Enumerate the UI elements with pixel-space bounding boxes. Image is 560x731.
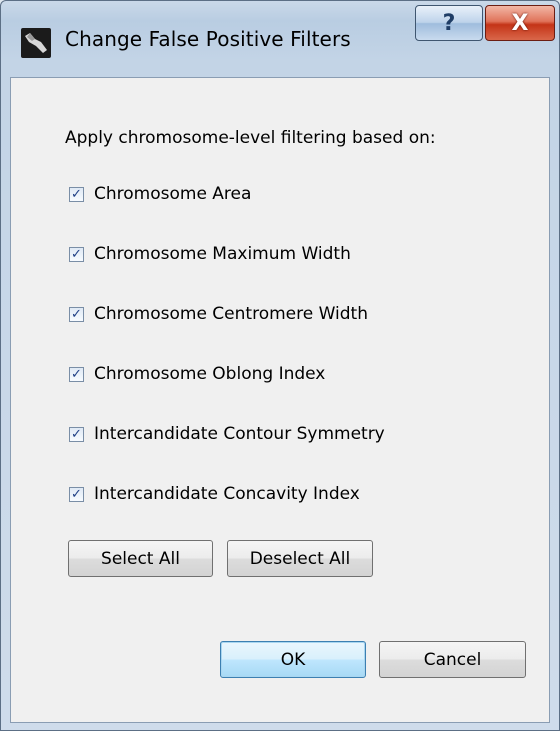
checkbox[interactable]: ✓ [69,186,84,202]
checkbox-chromosome-oblong-index[interactable]: ✓ Chromosome Oblong Index [69,364,325,384]
deselect-all-button[interactable]: Deselect All [227,540,373,577]
checkbox[interactable]: ✓ [69,426,84,442]
checkbox-label: Chromosome Area [94,184,252,204]
checkmark-icon: ✓ [71,426,82,442]
title-bar[interactable]: Change False Positive Filters ? X [1,1,559,77]
cancel-button[interactable]: Cancel [379,641,526,678]
help-icon: ? [442,10,456,36]
checkbox-label: Intercandidate Contour Symmetry [94,424,385,444]
dialog-body: Apply chromosome-level filtering based o… [10,77,550,723]
checkbox-label: Chromosome Oblong Index [94,364,326,384]
checkmark-icon: ✓ [71,306,82,322]
checkbox-intercandidate-contour-symmetry[interactable]: ✓ Intercandidate Contour Symmetry [69,424,385,444]
checkmark-icon: ✓ [71,186,82,202]
checkbox-label: Intercandidate Concavity Index [94,484,360,504]
filter-prompt: Apply chromosome-level filtering based o… [65,128,436,148]
checkbox[interactable]: ✓ [69,486,84,502]
close-button[interactable]: X [485,5,555,41]
dialog-window: Change False Positive Filters ? X Apply … [0,0,560,731]
window-title: Change False Positive Filters [65,27,351,51]
checkbox[interactable]: ✓ [69,306,84,322]
checkmark-icon: ✓ [71,246,82,262]
checkmark-icon: ✓ [71,486,82,502]
select-all-button[interactable]: Select All [68,540,213,577]
checkbox-label: Chromosome Maximum Width [94,244,351,264]
checkbox[interactable]: ✓ [69,246,84,262]
close-icon: X [511,10,529,36]
checkmark-icon: ✓ [71,366,82,382]
checkbox-chromosome-maximum-width[interactable]: ✓ Chromosome Maximum Width [69,244,351,264]
checkbox-label: Chromosome Centromere Width [94,304,368,324]
checkbox-chromosome-centromere-width[interactable]: ✓ Chromosome Centromere Width [69,304,368,324]
checkbox-chromosome-area[interactable]: ✓ Chromosome Area [69,184,251,204]
help-button[interactable]: ? [415,5,483,41]
app-icon [21,28,51,58]
ok-button[interactable]: OK [220,641,366,678]
checkbox[interactable]: ✓ [69,366,84,382]
checkbox-intercandidate-concavity-index[interactable]: ✓ Intercandidate Concavity Index [69,484,360,504]
